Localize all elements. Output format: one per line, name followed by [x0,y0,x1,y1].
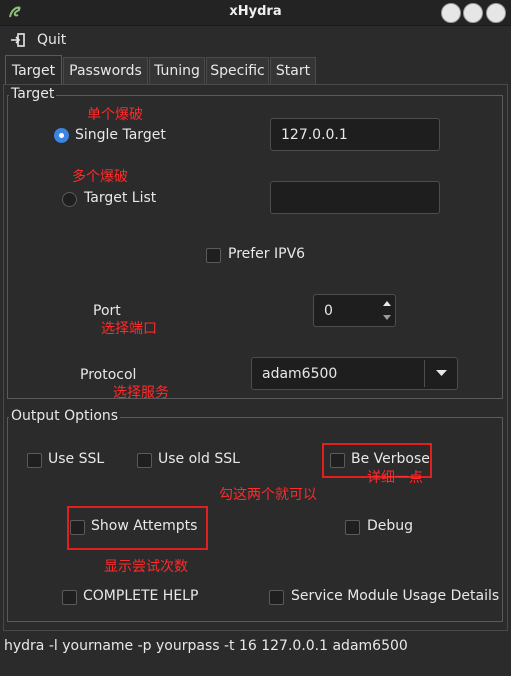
annotation-show-count: 显示尝试次数 [104,559,188,575]
annotation-details: 详细一点 [367,470,423,486]
debug-label: Debug [367,518,414,534]
single-target-input[interactable]: 127.0.0.1 [270,118,440,151]
minimize-button[interactable] [441,3,461,23]
target-list-label: Target List [84,190,157,206]
annotation-multi: 多个爆破 [72,169,128,185]
protocol-select[interactable]: adam6500 [251,357,458,390]
window-title: xHydra [229,4,282,19]
show-attempts-checkbox[interactable] [70,520,85,535]
target-list-input[interactable] [270,181,440,214]
tab-specific[interactable]: Specific [206,57,269,84]
output-options-title: Output Options [9,408,121,424]
complete-help-label: COMPLETE HELP [83,588,199,604]
single-target-radio[interactable] [54,128,69,143]
use-old-ssl-checkbox[interactable] [137,453,152,468]
maximize-button[interactable] [463,3,483,23]
use-ssl-label: Use SSL [48,451,105,467]
select-divider [424,360,425,387]
tab-passwords[interactable]: Passwords [63,57,148,84]
complete-help-checkbox[interactable] [62,590,77,605]
chevron-down-icon[interactable] [428,360,454,387]
tab-tuning[interactable]: Tuning [149,57,205,84]
annotation-port: 选择端口 [101,321,157,337]
service-module-checkbox[interactable] [269,590,284,605]
annotation-single: 单个爆破 [87,107,143,123]
protocol-label: Protocol [80,367,137,383]
single-target-label: Single Target [75,127,166,143]
service-module-label: Service Module Usage Details [291,588,500,604]
protocol-value: adam6500 [262,365,338,382]
prefer-ipv6-checkbox[interactable] [206,248,221,263]
port-up-arrow[interactable] [379,296,394,310]
quit-icon[interactable] [10,33,26,47]
be-verbose-label: Be Verbose [351,451,430,467]
menu-bar [0,27,511,54]
show-attempts-label: Show Attempts [91,518,198,534]
close-button[interactable] [486,3,506,23]
target-list-radio[interactable] [62,192,77,207]
tab-target[interactable]: Target [5,55,62,85]
annotation-check-two: 勾这两个就可以 [219,487,317,503]
debug-checkbox[interactable] [345,520,360,535]
tab-start[interactable]: Start [270,57,316,84]
port-value: 0 [324,302,333,319]
use-ssl-checkbox[interactable] [27,453,42,468]
command-line-preview: hydra -l yourname -p yourpass -t 16 127.… [0,632,511,660]
target-group-title: Target [9,86,57,102]
prefer-ipv6-label: Prefer IPV6 [228,246,306,262]
port-label: Port [93,303,121,319]
bottom-strip [0,660,511,676]
annotation-service: 选择服务 [113,385,169,401]
be-verbose-checkbox[interactable] [330,453,345,468]
port-down-arrow[interactable] [379,311,394,325]
quit-menu-item[interactable]: Quit [37,32,66,48]
use-old-ssl-label: Use old SSL [158,451,240,467]
